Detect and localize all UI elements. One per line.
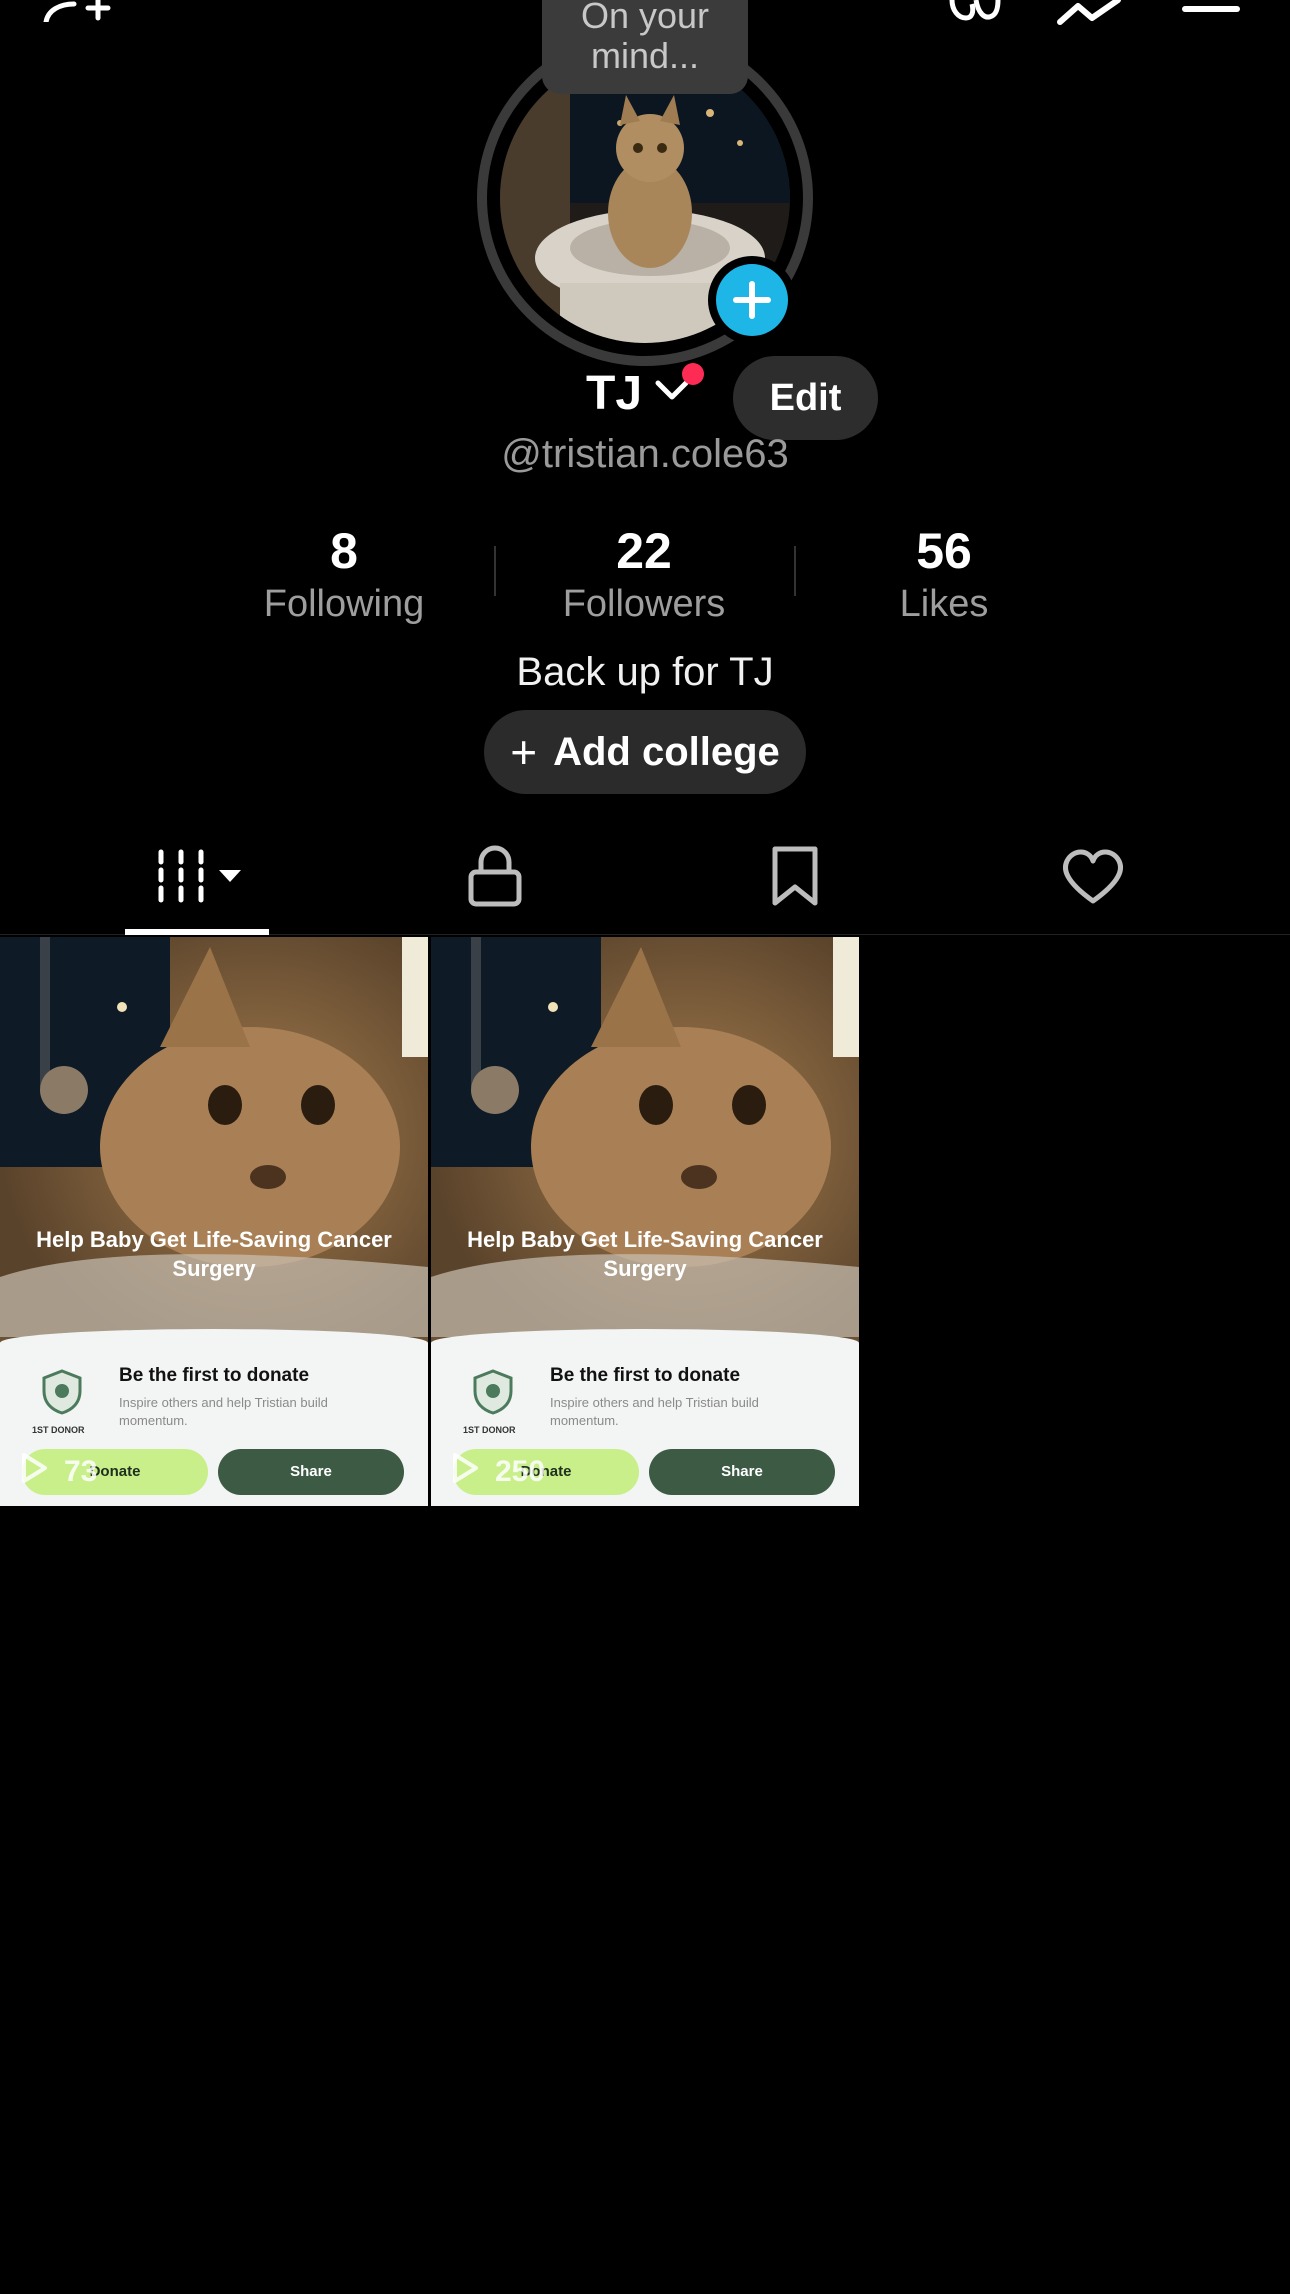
bookmark-icon (769, 845, 821, 912)
video-headline: Help Baby Get Life-Saving Cancer Surgery (36, 1227, 392, 1281)
profile-name: TJ (586, 367, 643, 420)
add-college-button[interactable]: + Add college (484, 710, 806, 794)
stat-label: Followers (562, 583, 726, 625)
view-count-value: 73 (64, 1455, 98, 1488)
card-title: Be the first to donate (119, 1365, 310, 1386)
heart-icon (1061, 847, 1125, 910)
stat-value: 8 (330, 523, 358, 579)
shield-badge-icon (42, 1369, 82, 1415)
notification-dot (682, 363, 704, 385)
tab-favorites[interactable] (645, 836, 945, 920)
activity-icon[interactable] (1056, 0, 1126, 26)
add-story-button[interactable] (708, 256, 796, 344)
stat-divider (494, 546, 496, 596)
card-subtitle: Inspire others and help Tristian build m… (550, 1395, 759, 1428)
card-title: Be the first to donate (550, 1365, 741, 1386)
view-count: 73 (20, 1449, 97, 1495)
video-headline: Help Baby Get Life-Saving Cancer Surgery (467, 1227, 823, 1281)
stat-value: 22 (616, 523, 672, 579)
lock-icon (467, 844, 523, 913)
view-count-value: 250 (495, 1455, 546, 1488)
stat-likes[interactable]: 56 Likes (814, 522, 1074, 628)
tab-liked[interactable] (943, 836, 1243, 920)
card-subtitle: Inspire others and help Tristian build m… (119, 1395, 328, 1428)
grid-icon (147, 846, 247, 911)
plus-icon: + (510, 726, 538, 778)
play-icon (20, 1452, 48, 1492)
stat-label: Likes (899, 583, 989, 625)
edit-profile-button[interactable]: Edit (733, 356, 878, 440)
add-college-label: Add college (553, 729, 780, 774)
profile-handle: @tristian.cole63 (501, 432, 789, 476)
menu-icon[interactable] (1180, 0, 1244, 16)
badge-label: 1ST DONOR (463, 1425, 516, 1435)
account-switcher[interactable]: TJ (586, 366, 690, 421)
stat-followers[interactable]: 22 Followers (514, 522, 774, 628)
chevron-down-icon (654, 379, 690, 408)
play-icon (451, 1452, 479, 1492)
video-thumbnail[interactable]: Help Baby Get Life-Saving Cancer Surgery… (431, 937, 859, 1506)
stat-value: 56 (916, 523, 972, 579)
view-count: 250 (451, 1449, 545, 1495)
status-bubble[interactable]: On your mind... (542, 0, 748, 94)
stat-label: Following (263, 583, 425, 625)
video-thumbnail[interactable]: Help Baby Get Life-Saving Cancer Surgery… (0, 937, 428, 1506)
badge-label: 1ST DONOR (32, 1425, 85, 1435)
stat-divider (794, 546, 796, 596)
share-button: Share (649, 1449, 835, 1495)
tab-active-indicator (125, 929, 269, 935)
plus-icon (716, 264, 788, 336)
tab-private[interactable] (345, 836, 645, 920)
shield-badge-icon (473, 1369, 513, 1415)
footprint-icon[interactable] (944, 0, 1004, 24)
share-button: Share (218, 1449, 404, 1495)
profile-bio: Back up for TJ (516, 650, 774, 694)
add-friend-icon[interactable] (40, 0, 120, 22)
tab-videos[interactable] (47, 836, 347, 920)
stat-following[interactable]: 8 Following (214, 522, 474, 628)
